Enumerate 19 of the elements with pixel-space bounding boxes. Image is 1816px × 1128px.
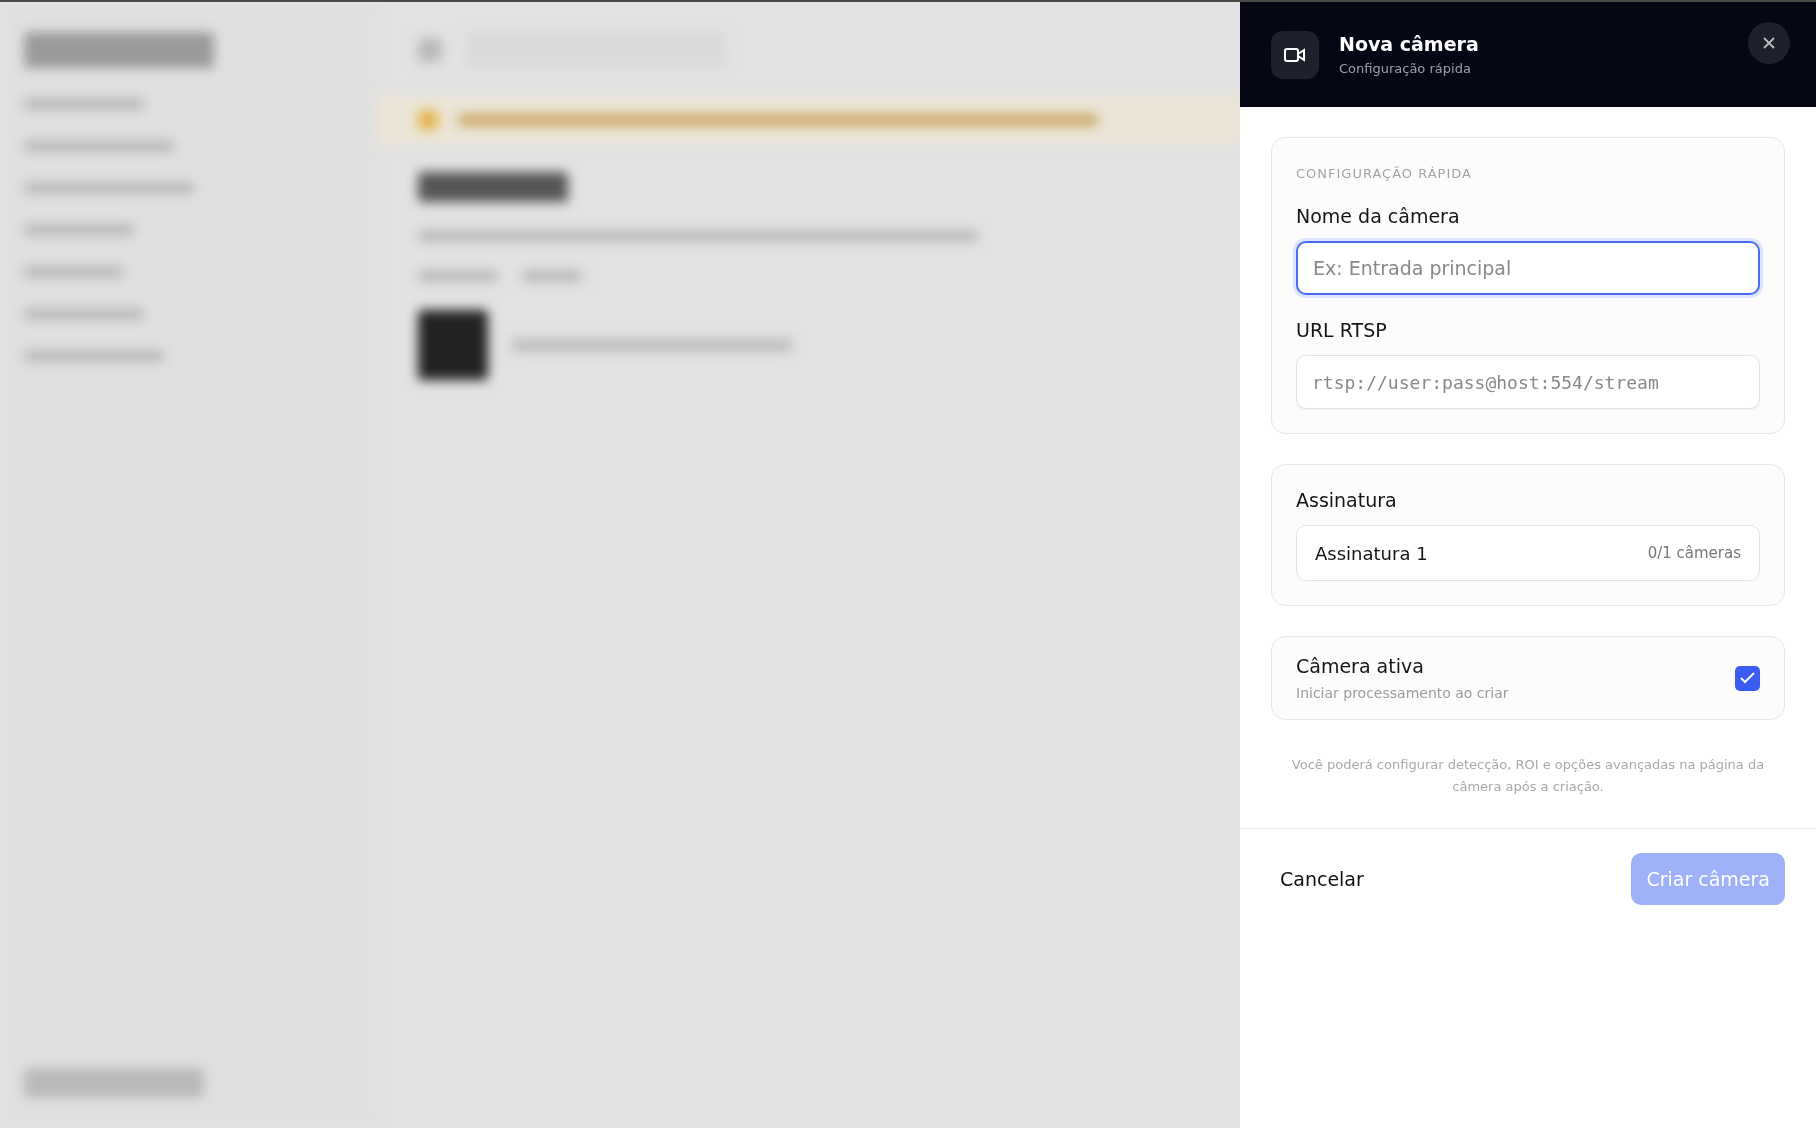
checkbox[interactable]	[1735, 665, 1760, 691]
info-note: Você poderá configurar detecção, ROI e opções avançadas na página da câmera após a criação.	[1290, 756, 1766, 796]
field-label: Assinatura	[1296, 489, 1398, 511]
toggle-hint: Iniciar processamento ao criar	[1296, 685, 1509, 701]
field-label: URL RTSP	[1296, 319, 1388, 341]
drawer-title: Nova câmera	[1339, 33, 1480, 55]
close-icon	[1763, 37, 1775, 49]
toggle-label: Câmera ativa	[1296, 655, 1425, 677]
option-name: Assinatura 1	[1315, 542, 1428, 564]
checkmark-icon	[1740, 672, 1755, 684]
video-camera-icon	[1271, 30, 1319, 79]
input-field[interactable]: Ex: Entrada principal	[1296, 241, 1760, 295]
drawer-subtitle: Configuração rápida	[1339, 61, 1472, 76]
close-button[interactable]	[1748, 22, 1790, 64]
cancel-button[interactable]: Cancelar	[1280, 860, 1364, 898]
option-count: 0/1 câmeras	[1647, 544, 1741, 562]
field-label: Nome da câmera	[1296, 205, 1461, 227]
subscription-select[interactable]: Assinatura 1 0/1 câmeras	[1296, 525, 1760, 581]
section-label: CONFIGURAÇÃO RÁPIDA	[1296, 166, 1473, 181]
